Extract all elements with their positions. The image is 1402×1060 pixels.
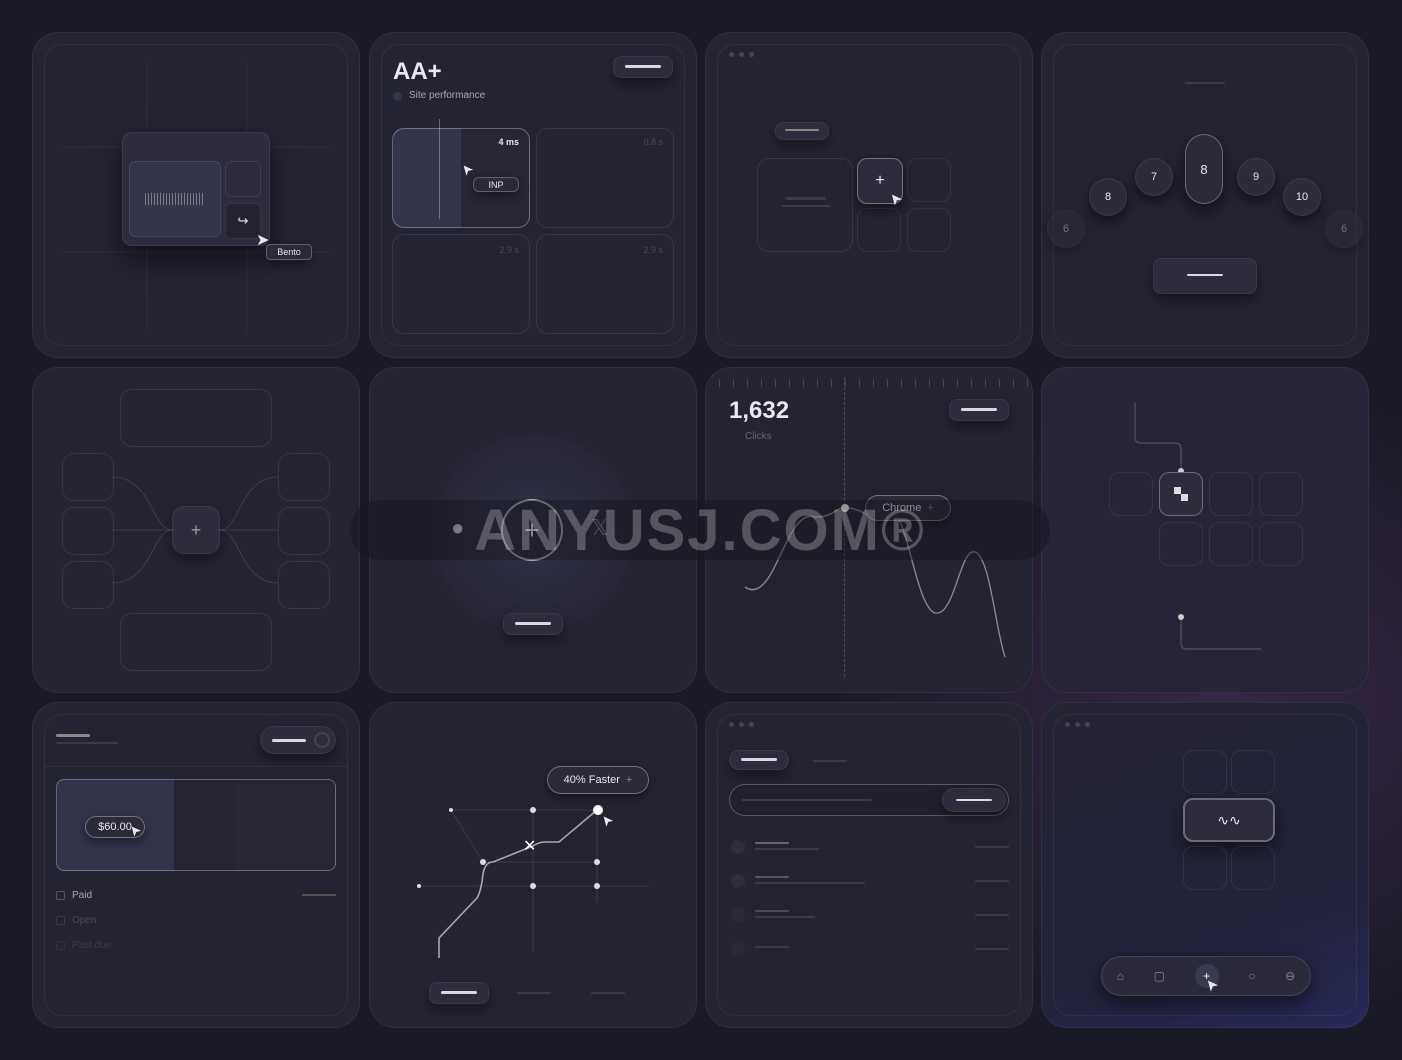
tile-value: 2.9 s <box>643 245 663 255</box>
checkbox[interactable] <box>56 916 65 925</box>
chat-icon[interactable]: ○ <box>1248 969 1255 983</box>
plus-icon: + <box>625 774 633 786</box>
home-icon[interactable]: ⌂ <box>1117 969 1124 983</box>
number-option[interactable]: 6 <box>1047 210 1085 248</box>
tile[interactable]: 0.8 s <box>536 128 674 228</box>
workflow-card <box>1041 367 1369 693</box>
number-option[interactable]: 8 <box>1089 178 1127 216</box>
number-selected[interactable]: 8 <box>1185 134 1223 204</box>
wave-button[interactable]: ∿∿ <box>1183 798 1275 842</box>
window-dots <box>1065 722 1090 727</box>
search-input[interactable] <box>729 784 1009 816</box>
amount-selector[interactable]: $60.00 ➤ <box>56 779 336 871</box>
folder-card: ↪ Bento ➤ <box>32 32 360 358</box>
bento-tag: Bento <box>266 244 312 260</box>
number-option[interactable]: 9 <box>1237 158 1275 196</box>
globe-icon[interactable]: ⊖ <box>1285 969 1295 983</box>
menu-button[interactable] <box>613 56 673 78</box>
tile[interactable]: 2.9 s <box>392 234 530 334</box>
grade: AA+ <box>393 58 442 85</box>
dock-card: ∿∿ ⌂ ▢ + ○ ⊖ ➤ <box>1041 702 1369 1028</box>
subtitle: Site performance <box>409 90 486 101</box>
faster-badge: 40% Faster + <box>547 766 649 794</box>
performance-card: AA+ Site performance 4 ms INP ➤ 0.8 s 2.… <box>369 32 697 358</box>
window-dots <box>729 52 754 57</box>
badge-label: 40% Faster <box>563 774 620 786</box>
route-map <box>417 805 649 958</box>
number-option[interactable]: 6 <box>1325 210 1363 248</box>
plus-icon[interactable] <box>731 942 745 956</box>
mindmap-card: + <box>32 367 360 693</box>
route-card: ✕ 40% Faster + ➤ <box>369 702 697 1028</box>
watermark: ANYUSJ.COM® <box>350 498 1050 563</box>
cursor-icon: ➤ <box>256 232 270 249</box>
number-option[interactable]: 10 <box>1283 178 1321 216</box>
folder[interactable]: ↪ <box>122 132 270 246</box>
connect-button[interactable] <box>503 613 563 635</box>
plus-icon[interactable] <box>731 840 745 854</box>
tile-value: 0.8 s <box>643 137 663 147</box>
confirm-button[interactable] <box>1153 258 1257 294</box>
cursor-icon: ➤ <box>456 160 477 180</box>
number-option[interactable]: 7 <box>1135 158 1173 196</box>
checkbox[interactable] <box>56 941 65 950</box>
toggle-button[interactable] <box>260 726 336 754</box>
tile[interactable]: 2.9 s <box>536 234 674 334</box>
checkbox[interactable] <box>56 891 65 900</box>
search-button[interactable] <box>942 788 1006 812</box>
window-dots <box>729 722 754 727</box>
node-button[interactable] <box>1159 472 1203 516</box>
inp-badge: INP <box>473 177 519 192</box>
waveform <box>145 193 205 205</box>
tab-button[interactable] <box>775 122 829 140</box>
billing-card: $60.00 ➤ Paid Open Past due <box>32 702 360 1028</box>
list-card <box>705 702 1033 1028</box>
sidebar-icon[interactable]: ▢ <box>1154 969 1165 983</box>
tile-value: 2.9 s <box>499 245 519 255</box>
status-paid: Paid <box>72 890 93 901</box>
status-open: Open <box>72 915 97 926</box>
connector-lines <box>1134 403 1261 650</box>
status-dot <box>393 92 402 101</box>
tab-button[interactable] <box>429 982 489 1004</box>
grid-add-card: + ➤ <box>705 32 1033 358</box>
plane-icon: ✕ <box>523 838 537 855</box>
plus-icon[interactable] <box>731 874 745 888</box>
number-picker-card: 6 8 7 8 9 10 6 <box>1041 32 1369 358</box>
status-past-due: Past due <box>72 940 112 951</box>
tab-active[interactable] <box>729 750 789 770</box>
add-node-button[interactable]: + <box>172 506 220 554</box>
tile-value: 4 ms <box>498 137 519 147</box>
tile-inp[interactable]: 4 ms INP ➤ <box>392 119 530 228</box>
plus-icon[interactable] <box>731 908 745 922</box>
